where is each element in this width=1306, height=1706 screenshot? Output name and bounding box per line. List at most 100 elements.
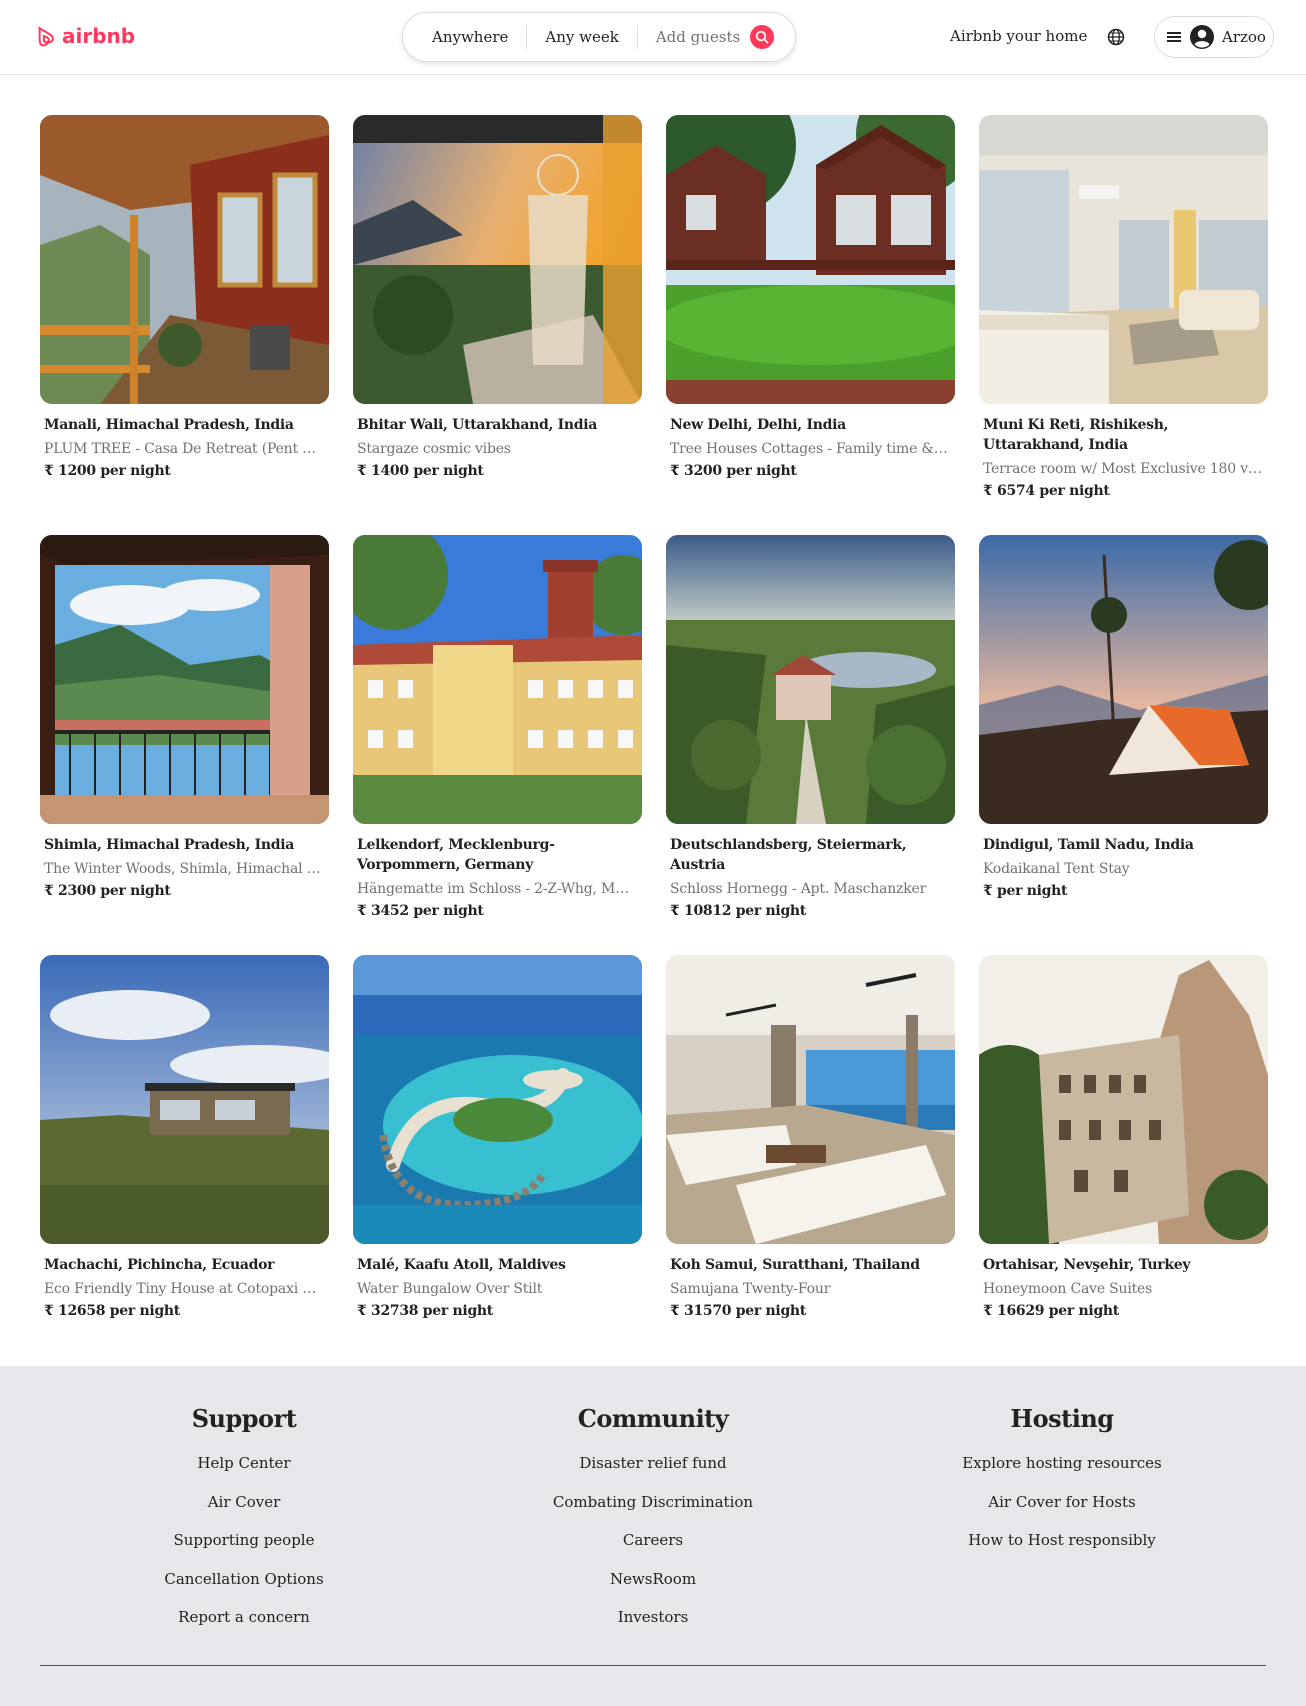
globe-icon[interactable] (1106, 27, 1126, 47)
listing-location: Bhitar Wali, Uttarakhand, India (357, 417, 598, 433)
logo-text: airbnb (62, 24, 136, 48)
footer-hosting-column: Hosting Explore hosting resources Air Co… (882, 1404, 1242, 1569)
footer-link-air-cover-hosts[interactable]: Air Cover for Hosts (882, 1492, 1242, 1512)
bright-bedroom-photo (979, 115, 1268, 404)
anywhere-button[interactable]: Anywhere (403, 28, 526, 46)
footer-link-help-center[interactable]: Help Center (64, 1453, 424, 1473)
listing-title: Honeymoon Cave Suites (983, 1281, 1153, 1297)
listing-image[interactable] (40, 115, 329, 404)
sunset-terrace-photo (353, 115, 642, 404)
listing-location: Malé, Kaafu Atoll, Maldives (357, 1257, 566, 1273)
listing-price: ₹ 3200 per night (670, 463, 797, 479)
listing-card[interactable]: Bhitar Wali, Uttarakhand, India Stargaze… (353, 115, 642, 535)
listing-location: Lelkendorf, Mecklenburg-Vorpommern, Germ… (357, 837, 555, 873)
listing-price: ₹ 16629 per night (983, 1303, 1119, 1319)
wooden-veranda-photo (40, 115, 329, 404)
cave-hotel-photo (979, 955, 1268, 1244)
listing-card[interactable]: Manali, Himachal Pradesh, India PLUM TRE… (40, 115, 329, 535)
listing-card[interactable]: Ortahisar, Nevşehir, Turkey Honeymoon Ca… (979, 955, 1268, 1375)
listing-image[interactable] (666, 115, 955, 404)
footer-link-report-concern[interactable]: Report a concern (64, 1607, 424, 1627)
listing-price: ₹ 32738 per night (357, 1303, 493, 1319)
footer-link-disaster-relief[interactable]: Disaster relief fund (473, 1453, 833, 1473)
aerial-castle-photo (666, 535, 955, 824)
footer-link-hosting-resources[interactable]: Explore hosting resources (882, 1453, 1242, 1473)
listing-price: ₹ 6574 per night (983, 483, 1110, 499)
listing-card[interactable]: Lelkendorf, Mecklenburg-Vorpommern, Germ… (353, 535, 642, 955)
listing-price: ₹ 1200 per night (44, 463, 171, 479)
luxury-lounge-photo (666, 955, 955, 1244)
listing-card[interactable]: Muni Ki Reti, Rishikesh, Uttarakhand, In… (979, 115, 1268, 535)
listing-card[interactable]: Shimla, Himachal Pradesh, India The Wint… (40, 535, 329, 955)
hill-tent-photo (979, 535, 1268, 824)
footer-link-careers[interactable]: Careers (473, 1530, 833, 1550)
listing-card[interactable]: Dindigul, Tamil Nadu, India Kodaikanal T… (979, 535, 1268, 955)
listing-card[interactable]: Koh Samui, Suratthani, Thailand Samujana… (666, 955, 955, 1375)
footer-support-column: Support Help Center Air Cover Supporting… (64, 1404, 424, 1646)
listing-title: Terrace room w/ Most Exclusive 180 view… (983, 461, 1264, 477)
listing-image[interactable] (353, 535, 642, 824)
listing-location: Deutschlandsberg, Steiermark, Austria (670, 837, 907, 873)
footer-link-host-responsibly[interactable]: How to Host responsibly (882, 1530, 1242, 1550)
listing-location: Manali, Himachal Pradesh, India (44, 417, 294, 433)
listing-image[interactable] (40, 535, 329, 824)
listing-image[interactable] (353, 955, 642, 1244)
listing-card[interactable]: Machachi, Pichincha, Ecuador Eco Friendl… (40, 955, 329, 1375)
add-guests-button[interactable]: Add guests (638, 28, 750, 46)
listing-title: Hängematte im Schloss - 2-Z-Whg, MV P… (357, 881, 638, 897)
footer-community-heading: Community (577, 1404, 729, 1433)
airbnb-logo-icon (38, 26, 54, 47)
listing-price: ₹ 12658 per night (44, 1303, 180, 1319)
yellow-castle-photo (353, 535, 642, 824)
listing-location: Koh Samui, Suratthani, Thailand (670, 1257, 920, 1273)
search-button[interactable] (750, 25, 775, 49)
maldives-island-photo (353, 955, 642, 1244)
listing-card[interactable]: Malé, Kaafu Atoll, Maldives Water Bungal… (353, 955, 642, 1375)
listing-price: ₹ 31570 per night (670, 1303, 806, 1319)
listing-image[interactable] (666, 535, 955, 824)
listing-image[interactable] (40, 955, 329, 1244)
top-navbar: airbnb Anywhere Any week Add guests Airb… (0, 0, 1306, 75)
user-menu-button[interactable]: Arzoo (1154, 16, 1274, 58)
listing-location: Ortahisar, Nevşehir, Turkey (983, 1257, 1191, 1273)
listing-title: Water Bungalow Over Stilt (357, 1281, 543, 1297)
footer-community-column: Community Disaster relief fund Combating… (473, 1404, 833, 1646)
wooden-cottages-photo (666, 115, 955, 404)
listing-price: ₹ per night (983, 883, 1068, 899)
airbnb-your-home-link[interactable]: Airbnb your home (950, 27, 1087, 45)
listing-location: Shimla, Himachal Pradesh, India (44, 837, 295, 853)
any-week-button[interactable]: Any week (527, 28, 636, 46)
search-bar[interactable]: Anywhere Any week Add guests (402, 12, 796, 62)
listing-location: Machachi, Pichincha, Ecuador (44, 1257, 275, 1273)
listing-image[interactable] (353, 115, 642, 404)
listing-image[interactable] (979, 955, 1268, 1244)
listing-title: Eco Friendly Tiny House at Cotopaxi Nati… (44, 1281, 325, 1297)
footer-support-heading: Support (191, 1404, 297, 1433)
listing-title: PLUM TREE - Casa De Retreat (Pent House) (44, 441, 325, 457)
listing-card[interactable]: New Delhi, Delhi, India Tree Houses Cott… (666, 115, 955, 535)
listing-location: New Delhi, Delhi, India (670, 417, 846, 433)
user-name: Arzoo (1222, 28, 1266, 46)
listing-title: Stargaze cosmic vibes (357, 441, 511, 457)
listing-title: Schloss Hornegg - Apt. Maschanzker (670, 881, 927, 897)
listing-location: Muni Ki Reti, Rishikesh, Uttarakhand, In… (983, 417, 1169, 453)
footer-link-combating-discrimination[interactable]: Combating Discrimination (473, 1492, 833, 1512)
airbnb-logo[interactable]: airbnb (32, 24, 135, 48)
listing-card[interactable]: Deutschlandsberg, Steiermark, Austria Sc… (666, 535, 955, 955)
mountain-balcony-photo (40, 535, 329, 824)
footer-link-cancellation-options[interactable]: Cancellation Options (64, 1569, 424, 1589)
footer-link-supporting-people[interactable]: Supporting people (64, 1530, 424, 1550)
footer-link-newsroom[interactable]: NewsRoom (473, 1569, 833, 1589)
listing-price: ₹ 2300 per night (44, 883, 171, 899)
listing-image[interactable] (666, 955, 955, 1244)
search-icon (756, 30, 769, 44)
listing-title: Samujana Twenty-Four (670, 1281, 831, 1297)
listing-image[interactable] (979, 115, 1268, 404)
listing-image[interactable] (979, 535, 1268, 824)
listing-price: ₹ 3452 per night (357, 903, 484, 919)
footer-divider (40, 1665, 1266, 1666)
footer-link-investors[interactable]: Investors (473, 1607, 833, 1627)
listing-title: Kodaikanal Tent Stay (983, 861, 1130, 877)
tiny-house-photo (40, 955, 329, 1244)
footer-link-air-cover[interactable]: Air Cover (64, 1492, 424, 1512)
